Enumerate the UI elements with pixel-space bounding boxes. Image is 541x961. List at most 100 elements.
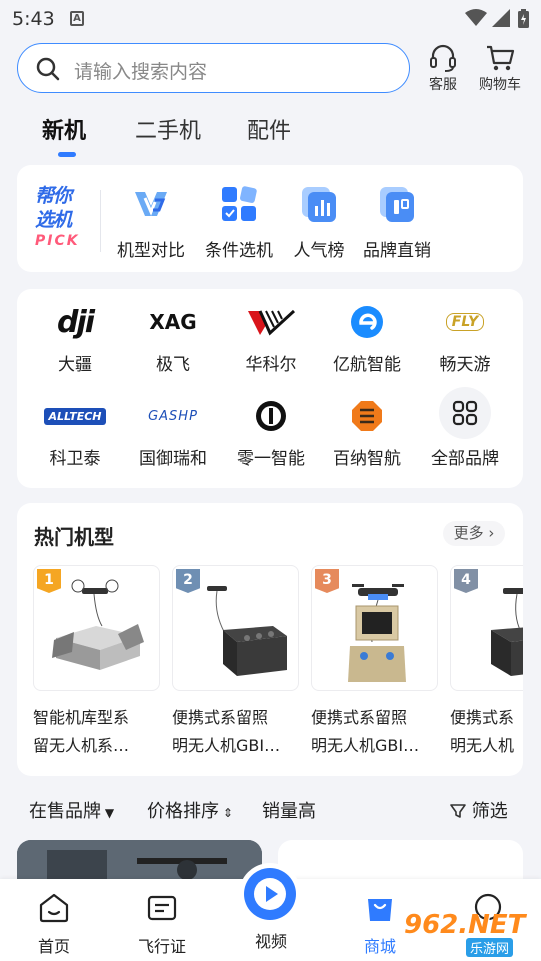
search-input[interactable]: 请输入搜索内容 bbox=[74, 57, 207, 84]
shopping-bag-icon bbox=[368, 899, 392, 921]
brand-zero-one[interactable]: 零一智能 bbox=[222, 394, 320, 469]
product-card[interactable]: 3 bbox=[311, 565, 438, 691]
brand-all[interactable]: 全部品牌 bbox=[416, 387, 514, 469]
brand-label: 华科尔 bbox=[245, 355, 297, 375]
brand-label: 全部品牌 bbox=[431, 449, 499, 469]
tool-compare[interactable]: 机型对比 bbox=[111, 184, 191, 261]
rank-badge: 3 bbox=[315, 569, 339, 593]
pick-line2: 选机 bbox=[35, 209, 72, 231]
license-icon bbox=[147, 895, 177, 921]
caret-down-icon: ▼ bbox=[101, 806, 115, 820]
tool-filter-label: 条件选机 bbox=[205, 241, 273, 261]
gashp-logo: GASHP bbox=[148, 408, 198, 424]
rank-badge: 4 bbox=[454, 569, 478, 593]
filter-price-sort[interactable]: 价格排序 ⇕ bbox=[147, 797, 233, 823]
dji-logo: dji bbox=[56, 304, 95, 340]
filter-sales[interactable]: 销量高 bbox=[262, 797, 316, 823]
customer-service-button[interactable]: 客服 bbox=[415, 44, 471, 94]
headset-icon bbox=[430, 44, 456, 72]
tab-used[interactable]: 二手机 bbox=[135, 113, 201, 145]
tool-ranking[interactable]: 人气榜 bbox=[279, 184, 359, 261]
cart-icon bbox=[487, 45, 515, 71]
filter-brand[interactable]: 在售品牌 ▼ bbox=[29, 797, 114, 823]
signal-icon bbox=[492, 9, 510, 27]
more-button[interactable]: 更多 › bbox=[443, 521, 505, 546]
brand-label: 亿航智能 bbox=[333, 355, 401, 375]
rank-badge: 2 bbox=[176, 569, 200, 593]
nav-video[interactable]: 视频 bbox=[236, 928, 306, 952]
baina-logo bbox=[352, 401, 382, 431]
chevron-right-icon: › bbox=[488, 524, 495, 542]
pick-banner[interactable]: 帮你 选机 PICK bbox=[35, 184, 89, 250]
search-bar[interactable]: 请输入搜索内容 bbox=[17, 43, 410, 93]
brand-alltech[interactable]: ALLTECH 科卫泰 bbox=[26, 394, 124, 469]
tool-direct-sale[interactable]: 品牌直销 bbox=[357, 184, 437, 261]
nav-video-button[interactable] bbox=[242, 866, 298, 922]
tab-accessories[interactable]: 配件 bbox=[247, 113, 291, 145]
product-card[interactable]: 1 bbox=[33, 565, 160, 691]
brand-label: 国御瑞和 bbox=[139, 449, 207, 469]
nav-license[interactable]: 飞行证 bbox=[127, 893, 197, 957]
home-icon bbox=[39, 893, 69, 923]
pick-line3: PICK bbox=[35, 233, 80, 249]
customer-service-label: 客服 bbox=[429, 77, 457, 93]
rank-badge: 1 bbox=[37, 569, 61, 593]
product-name[interactable]: 便携式系留照 明无人机GBI… bbox=[311, 704, 438, 760]
tool-ranking-label: 人气榜 bbox=[293, 241, 345, 261]
status-time: 5:43 bbox=[12, 8, 55, 30]
nav-license-label: 飞行证 bbox=[137, 937, 186, 956]
vs-icon bbox=[135, 192, 167, 216]
zero-one-logo bbox=[256, 401, 286, 431]
brand-label: 畅天游 bbox=[439, 355, 491, 375]
brand-ehang[interactable]: 亿航智能 bbox=[318, 300, 416, 375]
brand-dji[interactable]: dji 大疆 bbox=[26, 300, 124, 376]
wifi-icon bbox=[465, 9, 487, 26]
brand-label: 科卫泰 bbox=[49, 449, 101, 469]
status-bar: 5:43 A bbox=[0, 0, 541, 36]
fly-logo: FLY bbox=[416, 300, 514, 344]
brand-label: 百纳智航 bbox=[333, 449, 401, 469]
all-brands-icon bbox=[439, 387, 491, 439]
xag-logo: XAG bbox=[149, 310, 197, 334]
product-name[interactable]: 便携式系 明无人机 bbox=[450, 704, 523, 760]
product-card[interactable]: 4 bbox=[450, 565, 523, 691]
battery-icon bbox=[518, 9, 529, 28]
nav-home[interactable]: 首页 bbox=[19, 893, 89, 957]
hot-models-list[interactable]: 1 2 3 4 智能机库型系 留无人机系… 便携式系留照 明无人机GBI… 便携式系… bbox=[17, 560, 523, 760]
tool-filter[interactable]: 条件选机 bbox=[199, 184, 279, 261]
store-icon bbox=[380, 187, 414, 222]
product-card[interactable]: 2 bbox=[172, 565, 299, 691]
brand-baina[interactable]: 百纳智航 bbox=[318, 394, 416, 469]
tab-indicator bbox=[58, 152, 76, 157]
nav-video-label: 视频 bbox=[254, 932, 287, 951]
sort-icon: ⇕ bbox=[219, 806, 233, 820]
watermark-text: 962.NET bbox=[404, 910, 526, 940]
brand-changtianyou[interactable]: FLY 畅天游 bbox=[416, 300, 514, 375]
tool-direct-sale-label: 品牌直销 bbox=[363, 241, 431, 261]
cart-button[interactable]: 购物车 bbox=[472, 44, 528, 94]
tool-compare-label: 机型对比 bbox=[117, 241, 185, 261]
brand-label: 大疆 bbox=[58, 355, 92, 375]
watermark: 962.NET 乐游网 bbox=[404, 910, 534, 958]
hot-models-title: 热门机型 bbox=[34, 525, 114, 549]
product-name[interactable]: 智能机库型系 留无人机系… bbox=[33, 704, 160, 760]
grid-icon bbox=[222, 186, 257, 221]
play-icon bbox=[244, 868, 296, 920]
divider bbox=[100, 190, 101, 252]
tab-new[interactable]: 新机 bbox=[42, 113, 86, 145]
ehang-logo bbox=[351, 306, 383, 338]
search-icon bbox=[36, 57, 60, 81]
brand-walkera[interactable]: 华科尔 bbox=[222, 300, 320, 375]
brand-label: 极飞 bbox=[156, 355, 190, 375]
cart-label: 购物车 bbox=[479, 77, 521, 93]
filter-button[interactable]: 筛选 bbox=[450, 797, 508, 823]
walkera-logo bbox=[248, 309, 296, 336]
pick-line1: 帮你 bbox=[35, 185, 72, 207]
alltech-logo: ALLTECH bbox=[26, 394, 124, 438]
product-name[interactable]: 便携式系留照 明无人机GBI… bbox=[172, 704, 299, 760]
notification-icon: A bbox=[70, 11, 84, 26]
brand-xag[interactable]: XAG 极飞 bbox=[124, 300, 222, 375]
bar-chart-icon bbox=[302, 187, 336, 222]
funnel-icon bbox=[450, 804, 466, 818]
brand-gashp[interactable]: GASHP 国御瑞和 bbox=[124, 394, 222, 470]
